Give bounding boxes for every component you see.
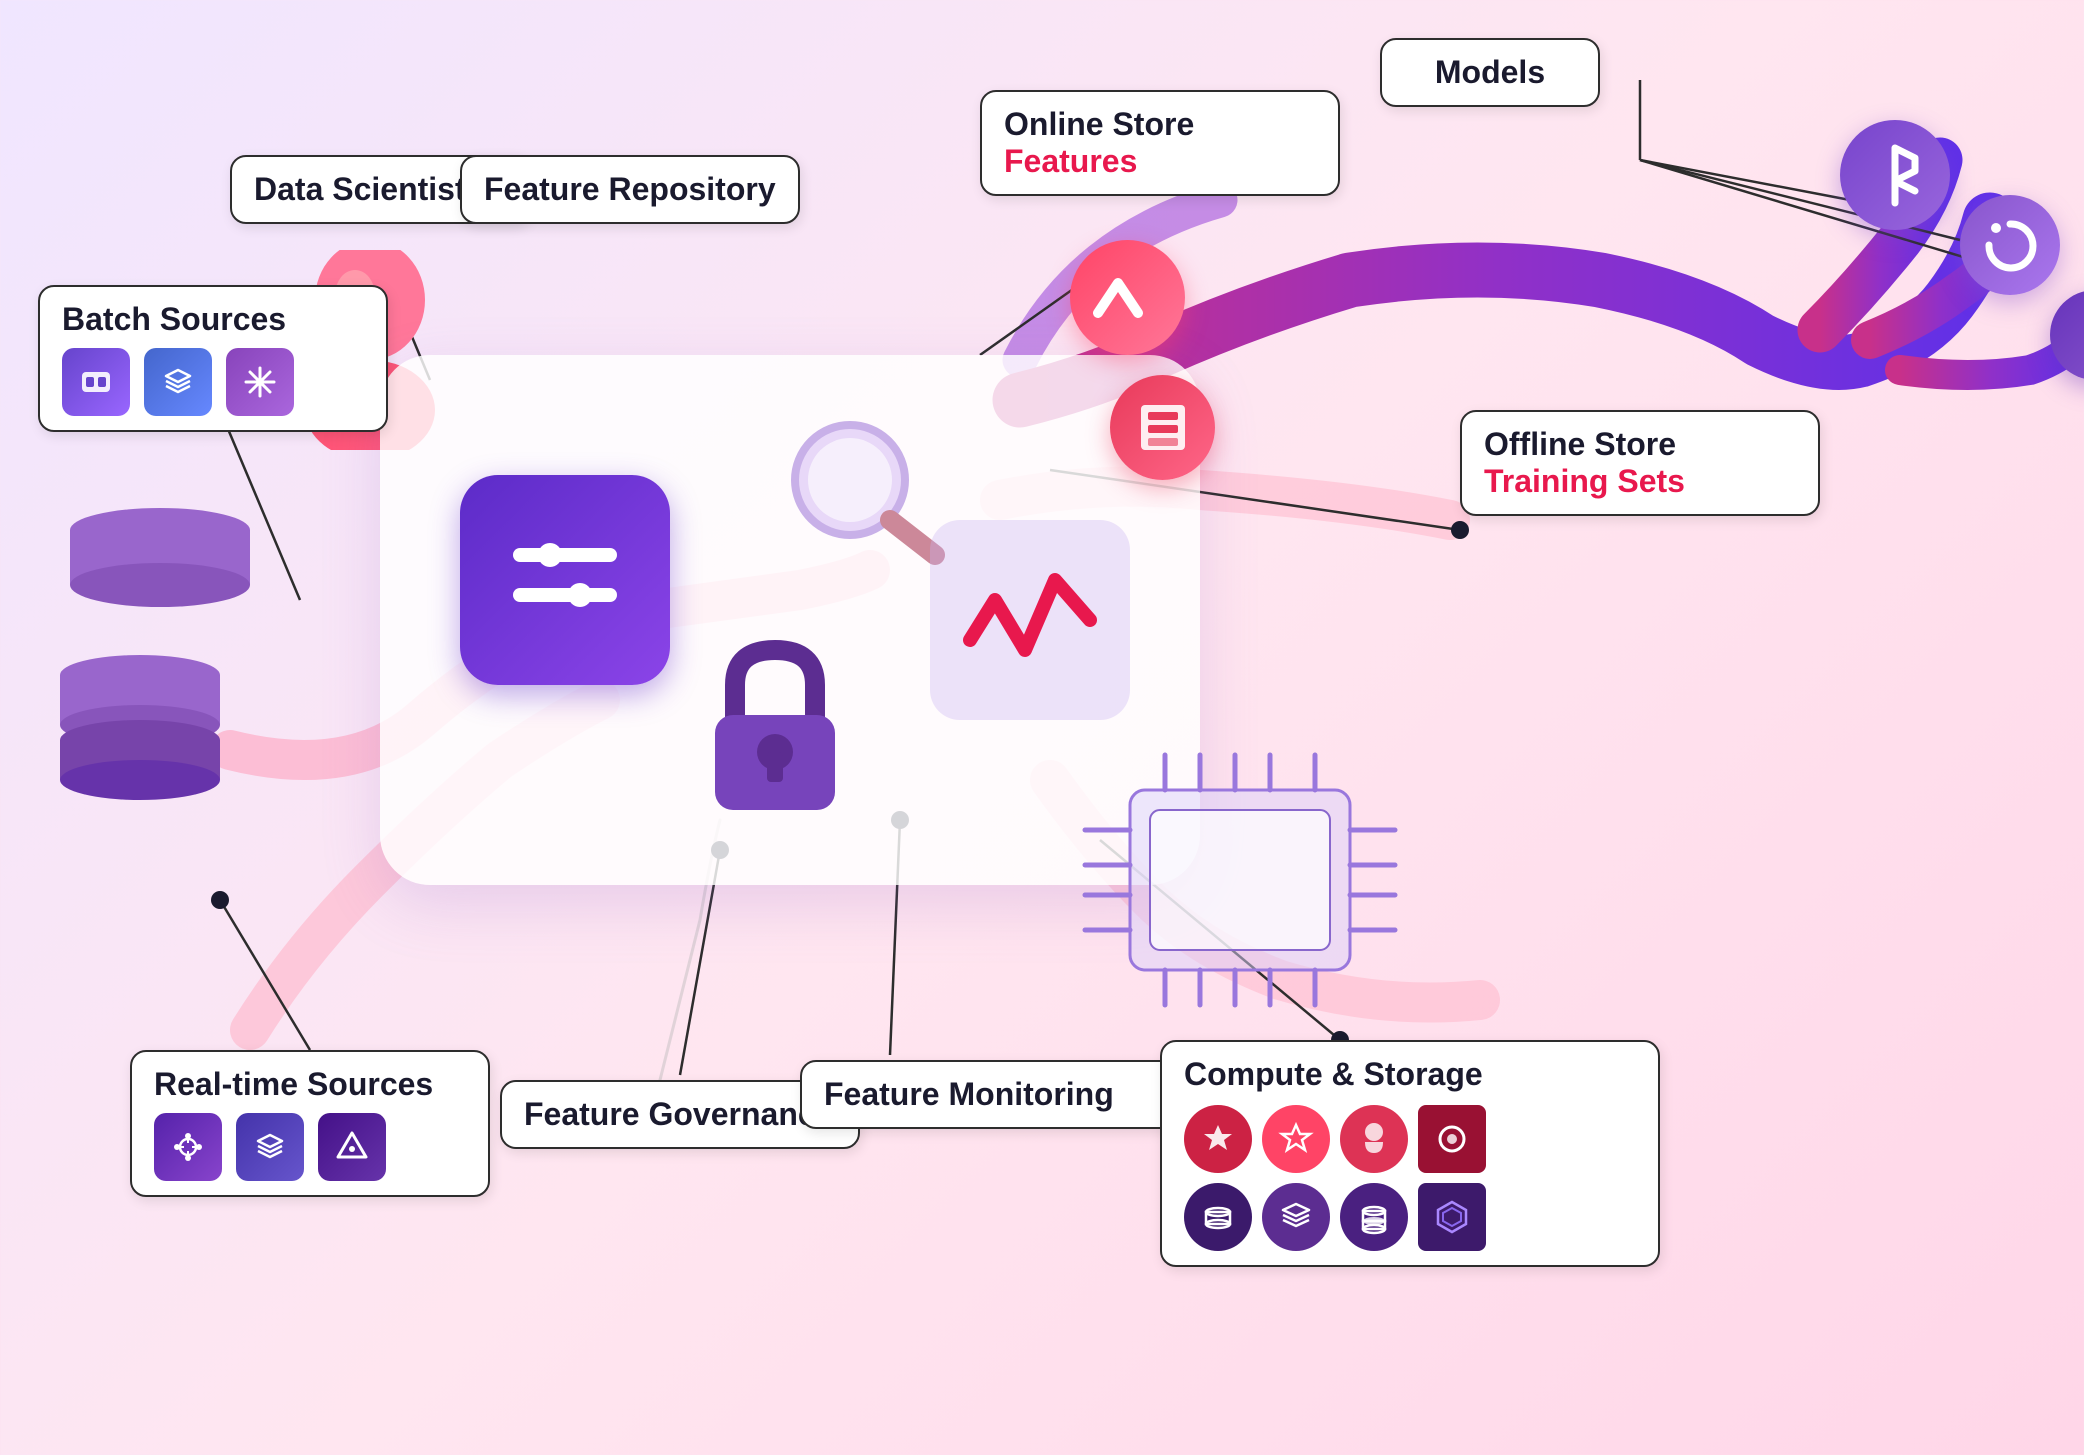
offline-store-label: Offline Store Training Sets xyxy=(1460,410,1820,516)
redis-icon xyxy=(1070,240,1185,355)
online-store-label: Online Store Features xyxy=(980,90,1340,196)
realtime-icons xyxy=(154,1113,466,1181)
compute-icon-2 xyxy=(1262,1105,1330,1173)
batch-sources-label: Batch Sources xyxy=(38,285,388,432)
scikit-icon: S xyxy=(2050,290,2084,380)
pubsub-icon xyxy=(318,1113,386,1181)
compute-title: Compute & Storage xyxy=(1184,1056,1636,1093)
compute-icon-3 xyxy=(1340,1105,1408,1173)
realtime-sources-label: Real-time Sources xyxy=(130,1050,490,1197)
aws-icon xyxy=(62,348,130,416)
feature-store-icon xyxy=(460,475,670,685)
feature-governance-title: Feature Governance xyxy=(524,1096,836,1133)
online-store-subtitle: Features xyxy=(1004,143,1316,180)
kinesis-icon xyxy=(236,1113,304,1181)
compute-icon-8 xyxy=(1418,1183,1486,1251)
feature-repo-label: Feature Repository xyxy=(460,155,800,224)
compute-storage-label: Compute & Storage xyxy=(1160,1040,1660,1267)
online-store-title: Online Store xyxy=(1004,106,1316,143)
compute-icon-6 xyxy=(1262,1183,1330,1251)
layers-icon xyxy=(144,348,212,416)
compute-icons xyxy=(1184,1105,1636,1251)
realtime-sources-title: Real-time Sources xyxy=(154,1066,466,1103)
offline-store-subtitle: Training Sets xyxy=(1484,463,1796,500)
lock-icon xyxy=(690,625,860,835)
monitoring-chart-icon xyxy=(930,520,1130,720)
models-title: Models xyxy=(1404,54,1576,91)
feature-repo-title: Feature Repository xyxy=(484,171,776,208)
snowflake-icon xyxy=(226,348,294,416)
compute-icon-1 xyxy=(1184,1105,1252,1173)
models-label: Models xyxy=(1380,38,1600,107)
kafka-icon xyxy=(154,1113,222,1181)
compute-icon-4 xyxy=(1418,1105,1486,1173)
pytorch-icon xyxy=(1960,195,2060,295)
batch-sources-icons xyxy=(62,348,364,416)
compute-chip xyxy=(1070,740,1410,1020)
tensorflow-icon xyxy=(1840,120,1950,230)
database-stack xyxy=(60,500,260,805)
dynamodb-icon xyxy=(1110,375,1215,480)
offline-store-title: Offline Store xyxy=(1484,426,1796,463)
batch-sources-title: Batch Sources xyxy=(62,301,364,338)
feature-monitoring-label: Feature Monitoring xyxy=(800,1060,1180,1129)
compute-icon-5 xyxy=(1184,1183,1252,1251)
feature-monitoring-title: Feature Monitoring xyxy=(824,1076,1156,1113)
compute-icon-7 xyxy=(1340,1183,1408,1251)
